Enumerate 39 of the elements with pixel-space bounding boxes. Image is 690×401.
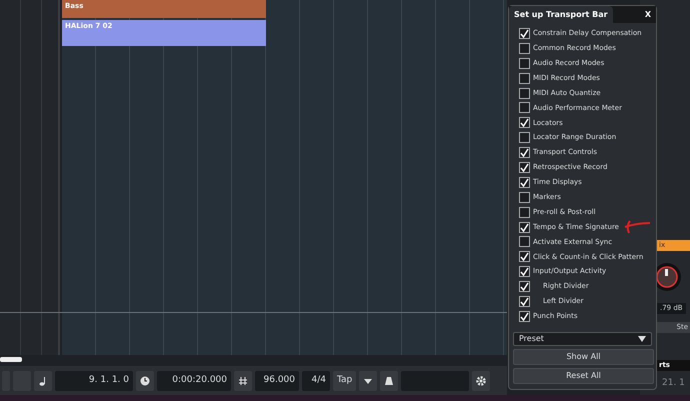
dialog-title: Set up Transport Bar — [509, 6, 613, 23]
tempo-icon[interactable] — [238, 376, 248, 386]
clock-icon[interactable] — [140, 376, 150, 386]
tempo-field[interactable]: 96.000 — [255, 370, 299, 390]
tap-button[interactable]: Tap — [333, 370, 356, 390]
preset-dropdown[interactable]: Preset — [513, 332, 652, 346]
gear-icon[interactable] — [476, 376, 486, 386]
checkbox[interactable] — [519, 222, 530, 233]
note-icon[interactable] — [38, 376, 48, 386]
position-field[interactable]: 9. 1. 1. 0 — [55, 370, 133, 390]
dialog-button[interactable]: Reset All — [513, 368, 654, 384]
checkbox[interactable] — [519, 88, 530, 98]
checkbox[interactable] — [519, 296, 530, 307]
dialog-button[interactable]: Show All — [513, 348, 654, 365]
checkbox[interactable] — [519, 310, 530, 322]
checkbox[interactable] — [519, 132, 530, 144]
checkbox[interactable] — [519, 192, 530, 203]
checkbox[interactable] — [519, 162, 530, 173]
checkbox[interactable] — [519, 206, 530, 218]
close-button[interactable]: X — [644, 8, 651, 20]
checkbox[interactable] — [519, 28, 530, 39]
checkbox[interactable] — [519, 266, 530, 278]
scrollbar-thumb[interactable] — [0, 357, 22, 362]
signature-field[interactable]: 4/4 — [302, 370, 330, 390]
checkbox[interactable] — [519, 102, 530, 114]
position-display: 21. 1 — [662, 377, 685, 390]
checkbox[interactable] — [519, 147, 530, 158]
checkbox[interactable] — [519, 72, 530, 84]
time-field[interactable]: 0:00:20.000 — [157, 370, 231, 390]
caret-icon — [638, 334, 646, 343]
checkbox[interactable] — [519, 117, 530, 128]
checkbox[interactable] — [519, 236, 530, 248]
checkbox[interactable] — [519, 58, 530, 69]
metronome-icon[interactable] — [384, 376, 394, 386]
checkbox[interactable] — [519, 42, 530, 54]
checkbox[interactable] — [519, 251, 530, 262]
checkbox[interactable] — [519, 176, 530, 188]
preset-label: Preset — [519, 332, 544, 345]
checkbox[interactable] — [519, 281, 530, 292]
